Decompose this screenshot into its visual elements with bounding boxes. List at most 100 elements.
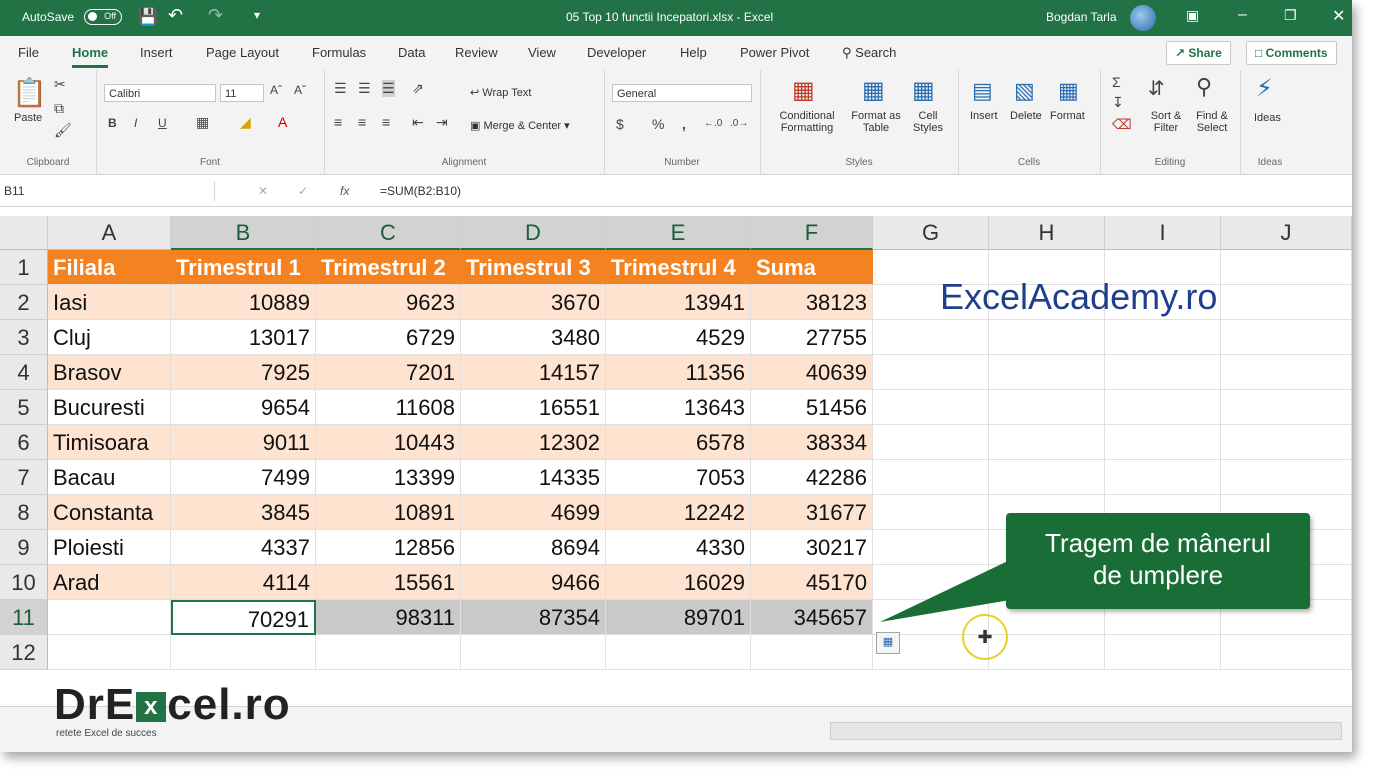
table-header-cell[interactable]: Filiala <box>48 250 171 285</box>
font-color-icon[interactable]: A <box>278 114 287 130</box>
table-cell[interactable] <box>1221 635 1352 670</box>
horizontal-scrollbar[interactable] <box>830 722 1342 740</box>
save-icon[interactable]: 💾 <box>138 7 158 27</box>
table-cell[interactable] <box>1221 460 1352 495</box>
clear-icon[interactable]: ⌫ <box>1112 116 1132 133</box>
table-cell[interactable]: 9466 <box>461 565 606 600</box>
row-header[interactable]: 5 <box>0 390 48 425</box>
align-bottom-icon[interactable]: ☰ <box>382 80 395 97</box>
user-avatar[interactable] <box>1130 5 1156 31</box>
table-cell[interactable]: 4330 <box>606 530 751 565</box>
table-cell[interactable] <box>989 355 1105 390</box>
name-box[interactable]: B11 <box>4 181 215 201</box>
format-cells-icon[interactable]: ▦ <box>1058 78 1079 104</box>
table-cell[interactable] <box>1221 355 1352 390</box>
borders-icon[interactable]: ▦ <box>196 114 209 131</box>
paste-label[interactable]: Paste <box>14 112 42 124</box>
table-cell[interactable]: Constanta <box>48 495 171 530</box>
table-cell[interactable] <box>1105 460 1221 495</box>
table-cell[interactable] <box>1105 320 1221 355</box>
table-cell[interactable]: 12856 <box>316 530 461 565</box>
table-header-cell[interactable]: Trimestrul 1 <box>171 250 316 285</box>
format-as-table-button[interactable]: Format as Table <box>846 110 906 134</box>
table-cell[interactable]: 7053 <box>606 460 751 495</box>
table-cell[interactable] <box>989 425 1105 460</box>
table-cell[interactable]: 3845 <box>171 495 316 530</box>
insert-cells-button[interactable]: Insert <box>970 110 998 122</box>
tab-home[interactable]: Home <box>72 45 109 68</box>
select-all-corner[interactable] <box>0 216 48 250</box>
column-header[interactable]: B <box>171 216 316 250</box>
row-header[interactable]: 12 <box>0 635 48 670</box>
align-right-icon[interactable]: ≡ <box>382 114 390 130</box>
formula-input[interactable]: =SUM(B2:B10) <box>380 181 461 201</box>
table-cell[interactable]: 4529 <box>606 320 751 355</box>
undo-icon[interactable]: ↶ <box>168 5 183 26</box>
underline-icon[interactable]: U <box>158 116 167 130</box>
fill-icon[interactable]: ↧ <box>1112 94 1124 111</box>
align-top-icon[interactable]: ☰ <box>334 80 347 97</box>
table-cell[interactable] <box>989 320 1105 355</box>
tab-review[interactable]: Review <box>455 45 498 60</box>
table-cell[interactable]: 7499 <box>171 460 316 495</box>
table-cell[interactable]: 51456 <box>751 390 873 425</box>
align-center-icon[interactable]: ≡ <box>358 114 366 130</box>
column-header[interactable]: D <box>461 216 606 250</box>
table-cell[interactable]: 9623 <box>316 285 461 320</box>
table-cell[interactable]: 10891 <box>316 495 461 530</box>
table-cell[interactable] <box>1221 425 1352 460</box>
orientation-icon[interactable]: ⇗ <box>412 80 424 97</box>
delete-cells-icon[interactable]: ▧ <box>1014 78 1035 104</box>
tab-formulas[interactable]: Formulas <box>312 45 366 60</box>
table-cell[interactable] <box>1221 250 1352 285</box>
tab-power-pivot[interactable]: Power Pivot <box>740 45 809 60</box>
table-cell[interactable] <box>989 460 1105 495</box>
table-cell[interactable] <box>1105 355 1221 390</box>
table-cell[interactable]: 45170 <box>751 565 873 600</box>
ribbon-display-icon[interactable]: ▣ <box>1186 7 1199 24</box>
cut-icon[interactable]: ✂ <box>54 76 66 93</box>
row-header[interactable]: 8 <box>0 495 48 530</box>
table-cell[interactable] <box>606 635 751 670</box>
column-header[interactable]: E <box>606 216 751 250</box>
conditional-formatting-button[interactable]: Conditional Formatting <box>772 110 842 134</box>
table-cell[interactable] <box>171 635 316 670</box>
table-cell[interactable] <box>1221 390 1352 425</box>
table-cell[interactable] <box>1105 390 1221 425</box>
autosave-toggle[interactable]: Off <box>84 9 122 25</box>
format-as-table-icon[interactable]: ▦ <box>862 76 885 105</box>
font-name-select[interactable]: Calibri <box>104 84 216 102</box>
tab-developer[interactable]: Developer <box>587 45 646 60</box>
table-cell[interactable]: 11608 <box>316 390 461 425</box>
table-cell[interactable]: 16029 <box>606 565 751 600</box>
align-left-icon[interactable]: ≡ <box>334 114 342 130</box>
minimize-icon[interactable]: – <box>1238 6 1247 24</box>
user-name[interactable]: Bogdan Tarla <box>1046 10 1117 24</box>
table-cell[interactable] <box>873 460 989 495</box>
column-header[interactable]: C <box>316 216 461 250</box>
table-cell[interactable]: 14335 <box>461 460 606 495</box>
delete-cells-button[interactable]: Delete <box>1010 110 1042 122</box>
table-cell[interactable]: Bacau <box>48 460 171 495</box>
tab-insert[interactable]: Insert <box>140 45 173 60</box>
table-cell[interactable]: 70291 <box>171 600 316 635</box>
autosum-icon[interactable]: Σ <box>1112 74 1121 90</box>
copy-icon[interactable]: ⧉ <box>54 100 64 117</box>
table-cell[interactable]: 31677 <box>751 495 873 530</box>
table-cell[interactable]: 16551 <box>461 390 606 425</box>
table-cell[interactable]: 12242 <box>606 495 751 530</box>
table-cell[interactable]: 4337 <box>171 530 316 565</box>
table-cell[interactable]: 10443 <box>316 425 461 460</box>
table-cell[interactable] <box>873 495 989 530</box>
tab-help[interactable]: Help <box>680 45 707 60</box>
format-cells-button[interactable]: Format <box>1050 110 1085 122</box>
sort-filter-button[interactable]: Sort & Filter <box>1146 110 1186 134</box>
table-cell[interactable]: Bucuresti <box>48 390 171 425</box>
number-format-select[interactable]: General <box>612 84 752 102</box>
table-cell[interactable] <box>873 425 989 460</box>
align-middle-icon[interactable]: ☰ <box>358 80 371 97</box>
table-cell[interactable]: 4699 <box>461 495 606 530</box>
table-cell[interactable]: 30217 <box>751 530 873 565</box>
table-cell[interactable]: 345657 <box>751 600 873 635</box>
comma-style-icon[interactable]: , <box>682 116 686 132</box>
